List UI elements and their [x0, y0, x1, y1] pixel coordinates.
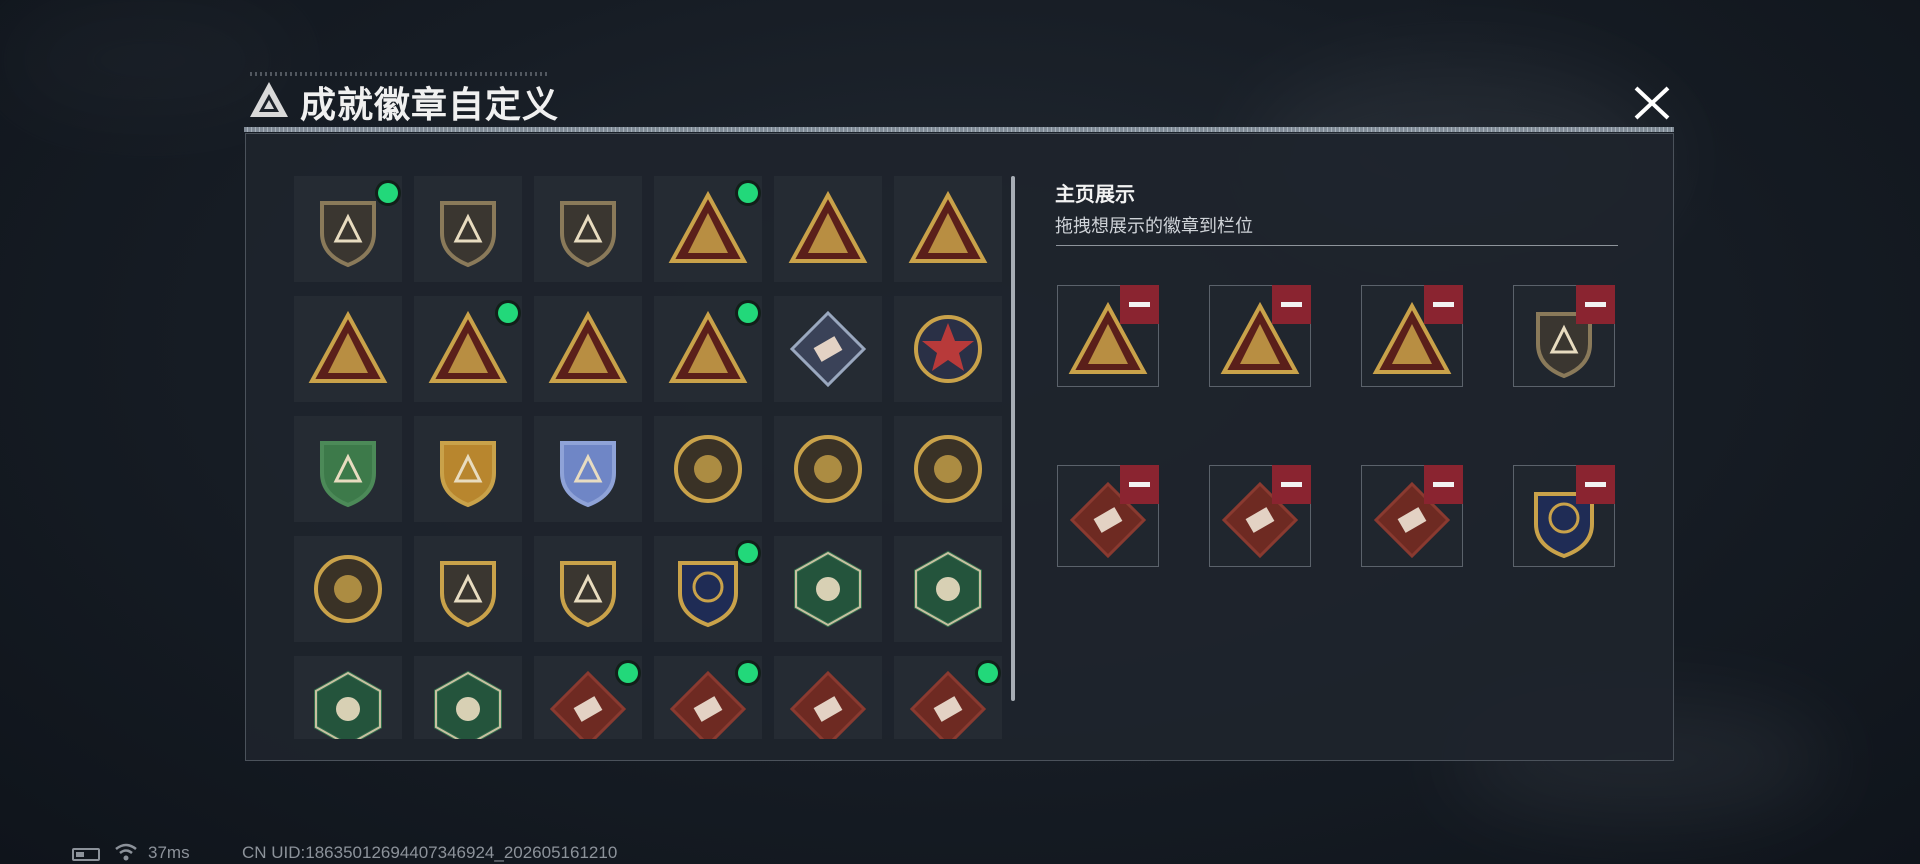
triangle-helmet-badge-icon [788, 190, 868, 263]
equipped-dot [498, 303, 518, 323]
equipped-dot [738, 663, 758, 683]
uid-text: CN UID:186350126944073469​24_20260516121… [242, 843, 618, 862]
equipped-dot [378, 183, 398, 203]
round-circle-badge-icon [674, 435, 742, 503]
showcase-divider [1056, 245, 1618, 246]
triangle-sign-badge-icon [668, 190, 748, 263]
remove-button[interactable] [1120, 465, 1159, 504]
badge-cell[interactable] [414, 656, 522, 739]
badge-cell[interactable] [894, 176, 1002, 282]
remove-button[interactable] [1120, 285, 1159, 324]
remove-button[interactable] [1272, 465, 1311, 504]
diamond-dragon-badge-icon [549, 670, 627, 739]
round-skull-badge-icon [914, 435, 982, 503]
triangle-squad-badge-icon [548, 310, 628, 383]
badge-cell[interactable] [414, 296, 522, 402]
badge-cell[interactable] [534, 656, 642, 739]
badge-grid [294, 176, 1004, 739]
ping-value: 37ms [148, 843, 190, 862]
showcase-title: 主页展示 [1055, 184, 1135, 206]
badge-cell[interactable] [294, 296, 402, 402]
equipped-dot [738, 183, 758, 203]
showcase-slot[interactable] [1057, 285, 1159, 387]
close-button[interactable] [1628, 80, 1676, 126]
badge-cell[interactable] [894, 536, 1002, 642]
equipped-dot [738, 303, 758, 323]
badge-cell[interactable] [654, 416, 762, 522]
remove-button[interactable] [1576, 465, 1615, 504]
badge-cell[interactable] [774, 416, 882, 522]
showcase-slot[interactable] [1361, 285, 1463, 387]
badge-cell[interactable] [294, 176, 402, 282]
shield-rifle-badge-icon [440, 561, 496, 628]
remove-button[interactable] [1576, 285, 1615, 324]
hex-fist-badge-icon [314, 670, 382, 739]
badge-cell[interactable] [294, 656, 402, 739]
badge-cell[interactable] [294, 416, 402, 522]
triangle-logo-icon [250, 82, 288, 117]
badge-cell[interactable] [534, 416, 642, 522]
shield-rifle-badge-icon [560, 561, 616, 628]
triangle-tank-badge-icon [908, 190, 988, 263]
dialog-header: 成就徽章自定义 [240, 70, 1680, 130]
equipped-dot [618, 663, 638, 683]
badge-cell[interactable] [654, 656, 762, 739]
badge-cell[interactable] [294, 536, 402, 642]
badge-cell[interactable] [534, 176, 642, 282]
gold-shield-wings-badge-icon [440, 441, 496, 508]
round-target-badge-icon [794, 435, 862, 503]
diamond-block-badge-icon [789, 670, 867, 739]
blue-shield-gem-badge-icon [560, 441, 616, 508]
crest-navy-badge-icon [678, 561, 738, 628]
hex-wasp-badge-icon [794, 550, 862, 628]
diamond-cross-badge-icon [909, 670, 987, 739]
badge-cell[interactable] [654, 176, 762, 282]
badge-cell[interactable] [894, 416, 1002, 522]
showcase-subtitle: 拖拽想展示的徽章到栏位 [1055, 216, 1253, 236]
remove-button[interactable] [1424, 465, 1463, 504]
remove-button[interactable] [1424, 285, 1463, 324]
shield-helicopter-badge-icon [440, 201, 496, 268]
hex-soldier-badge-icon [434, 670, 502, 739]
badge-cell[interactable] [414, 416, 522, 522]
round-burst-badge-icon [314, 555, 382, 623]
badge-cell[interactable] [894, 656, 1002, 739]
remove-button[interactable] [1272, 285, 1311, 324]
badge-cell[interactable] [774, 656, 882, 739]
diamond-runner-badge-icon [669, 670, 747, 739]
badge-cell[interactable] [774, 296, 882, 402]
header-divider [244, 127, 1674, 132]
shield-triangle-badge-icon [320, 201, 376, 268]
showcase-slot[interactable] [1057, 465, 1159, 567]
showcase-slot[interactable] [1209, 285, 1311, 387]
badge-cell[interactable] [774, 536, 882, 642]
badge-cell[interactable] [534, 536, 642, 642]
hex-wasp-badge-icon [914, 550, 982, 628]
shield-dagger-badge-icon [560, 201, 616, 268]
badge-cell[interactable] [654, 296, 762, 402]
badge-cell[interactable] [894, 296, 1002, 402]
star-wreath-badge-icon [914, 315, 982, 383]
showcase-slot[interactable] [1209, 465, 1311, 567]
showcase-slot[interactable] [1513, 465, 1615, 567]
wifi-icon [115, 843, 137, 861]
showcase-slot[interactable] [1361, 465, 1463, 567]
scrollbar[interactable] [1011, 176, 1015, 701]
showcase-slot[interactable] [1513, 285, 1615, 387]
badge-cell[interactable] [774, 176, 882, 282]
equipped-dot [738, 543, 758, 563]
badge-cell[interactable] [534, 296, 642, 402]
battery-icon [72, 848, 100, 861]
triangle-rocket-badge-icon [668, 310, 748, 383]
diamond-launcher-badge-icon [789, 310, 867, 388]
page-title: 成就徽章自定义 [300, 84, 560, 125]
green-shield-wings-badge-icon [320, 441, 376, 508]
badge-cell[interactable] [414, 176, 522, 282]
badge-cell[interactable] [414, 536, 522, 642]
equipped-dot [978, 663, 998, 683]
triangle-number-badge-icon [308, 310, 388, 383]
badge-cell[interactable] [654, 536, 762, 642]
triangle-soldier-badge-icon [428, 310, 508, 383]
